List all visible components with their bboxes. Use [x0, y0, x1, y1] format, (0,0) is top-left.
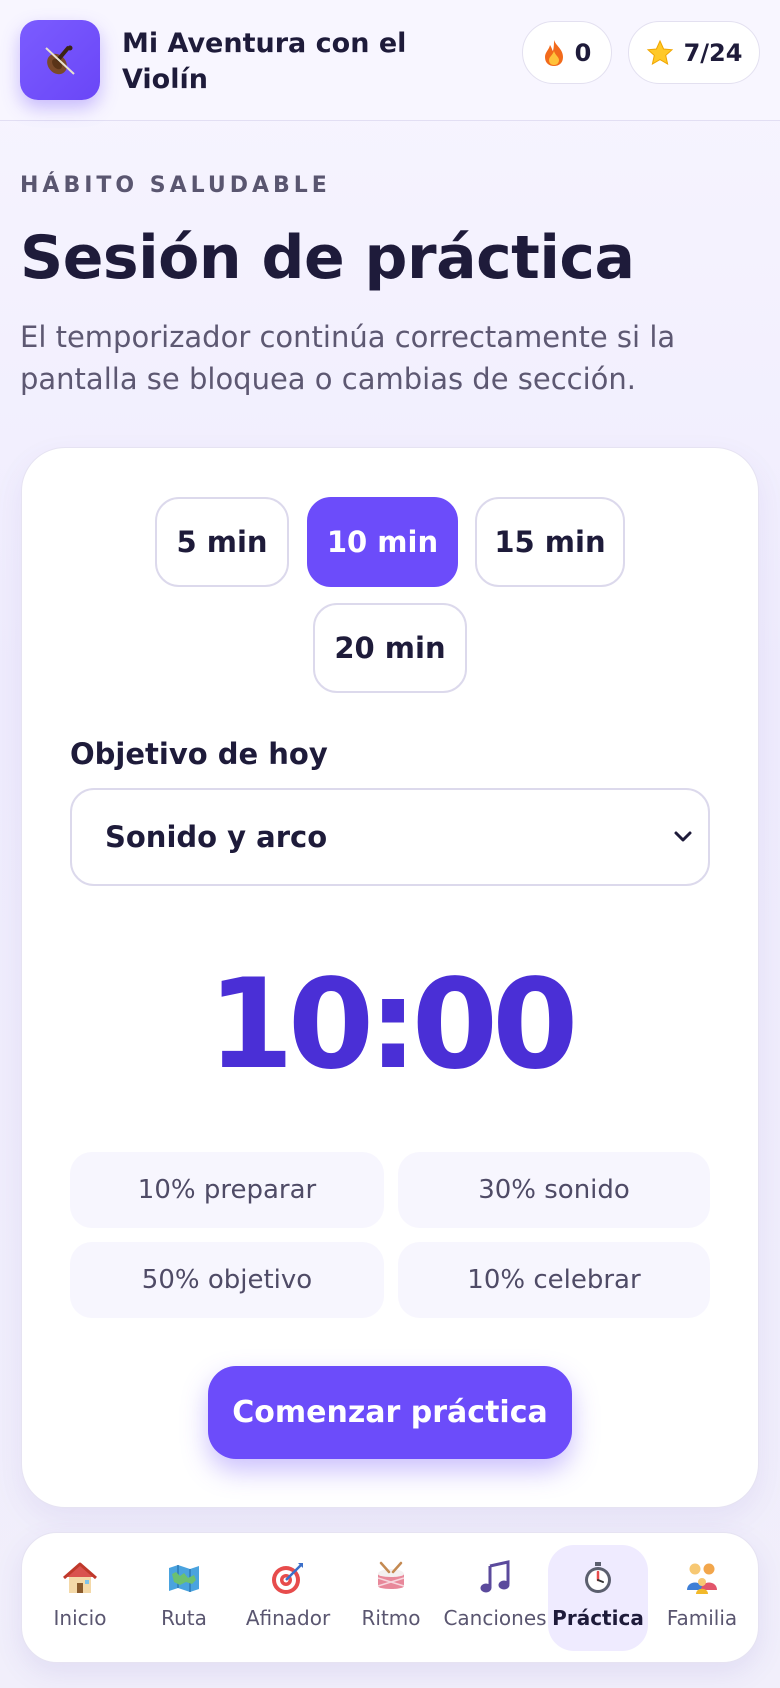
nav-item-familia[interactable]: Familia: [652, 1545, 752, 1651]
music-note-icon: [480, 1560, 510, 1593]
nav-label-ritmo: Ritmo: [361, 1606, 421, 1630]
chevron-down-icon: [674, 831, 692, 842]
app-header: Mi Aventura con el Violín 0 7/24: [0, 0, 780, 121]
nav-item-canciones[interactable]: Canciones: [443, 1545, 547, 1651]
nav-label-familia: Familia: [666, 1606, 738, 1630]
app-logo[interactable]: [20, 20, 100, 100]
star-icon: [646, 39, 673, 65]
duration-20-button[interactable]: 20 min: [313, 603, 467, 693]
goal-select[interactable]: Sonido y arco: [70, 788, 710, 886]
drum-icon: [377, 1561, 405, 1589]
app-title: Mi Aventura con el Violín: [122, 28, 407, 95]
section-eyebrow: HÁBITO SALUDABLE: [20, 173, 331, 198]
breakdown-chip: 10% preparar: [70, 1152, 384, 1228]
streak-badge[interactable]: 0: [522, 21, 612, 84]
stopwatch-icon: [585, 1562, 611, 1593]
duration-15-button[interactable]: 15 min: [475, 497, 625, 587]
nav-label-inicio: Inicio: [53, 1606, 107, 1630]
breakdown-chip: 30% sonido: [398, 1152, 710, 1228]
nav-label-practica: Práctica: [552, 1606, 644, 1630]
stars-badge[interactable]: 7/24: [628, 21, 760, 84]
family-icon: [687, 1563, 717, 1594]
nav-label-canciones: Canciones: [443, 1606, 547, 1630]
timer-display: 10:00: [207, 953, 579, 1097]
violin-icon: [45, 45, 75, 75]
fire-icon: [544, 39, 563, 66]
streak-count: 0: [574, 38, 592, 67]
breakdown-chip: 10% celebrar: [398, 1242, 710, 1318]
goal-select-value: Sonido y arco: [105, 820, 328, 854]
map-icon: [169, 1565, 199, 1592]
target-icon: [272, 1563, 303, 1594]
bottom-nav: Inicio Ruta Afinador Ritmo Canciones Prá…: [21, 1532, 759, 1663]
nav-item-ruta[interactable]: Ruta: [134, 1545, 234, 1651]
stars-count: 7/24: [683, 38, 743, 67]
page-title: Sesión de práctica: [20, 223, 635, 293]
goal-label: Objetivo de hoy: [70, 737, 328, 771]
nav-item-ritmo[interactable]: Ritmo: [341, 1545, 441, 1651]
breakdown-chip: 50% objetivo: [70, 1242, 384, 1318]
nav-label-afinador: Afinador: [245, 1606, 331, 1630]
nav-item-practica[interactable]: Práctica: [548, 1545, 648, 1651]
nav-label-ruta: Ruta: [161, 1606, 207, 1630]
start-practice-button[interactable]: Comenzar práctica: [208, 1366, 572, 1459]
nav-item-afinador[interactable]: Afinador: [238, 1545, 338, 1651]
house-icon: [63, 1562, 97, 1593]
duration-10-button[interactable]: 10 min: [307, 497, 458, 587]
nav-item-inicio[interactable]: Inicio: [30, 1545, 130, 1651]
duration-5-button[interactable]: 5 min: [155, 497, 289, 587]
page-subtitle: El temporizador continúa correctamente s…: [20, 320, 676, 396]
